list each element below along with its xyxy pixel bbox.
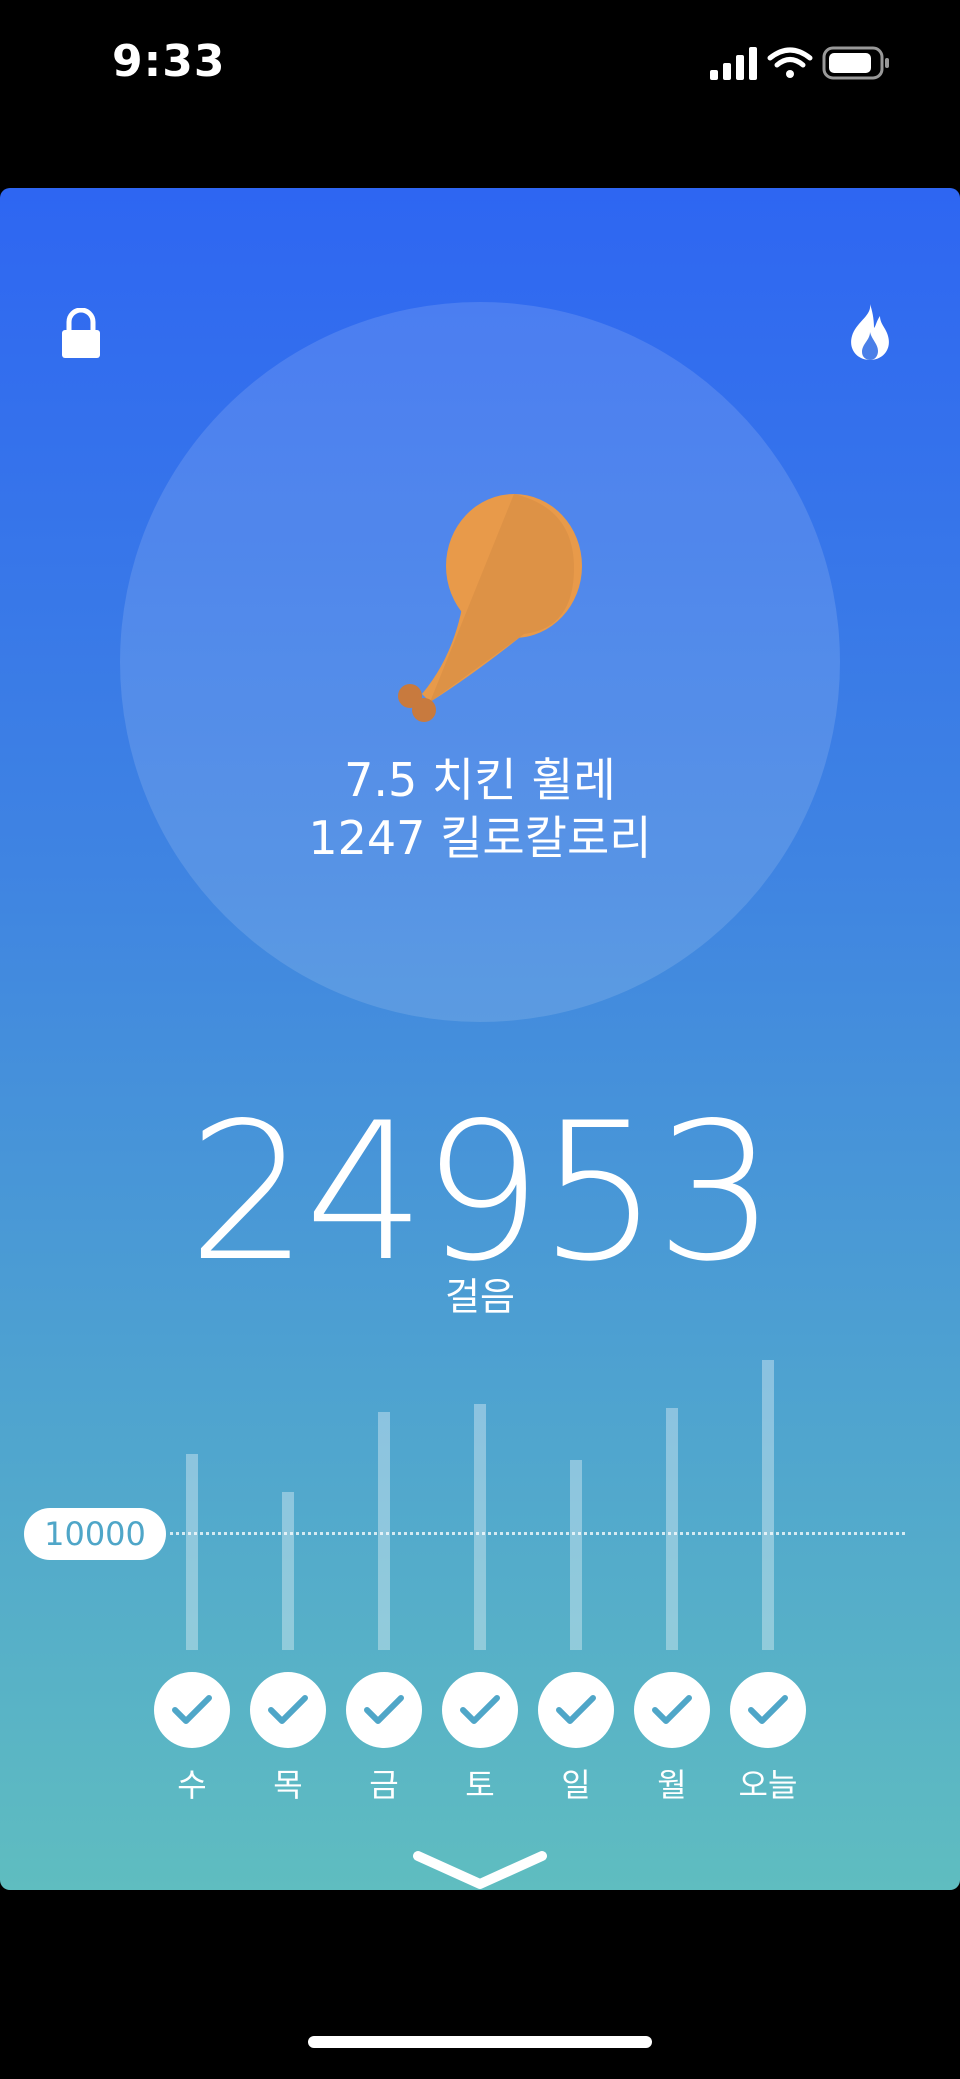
day-label-wed: 수 — [177, 1766, 207, 1804]
day-label-mon: 월 — [657, 1766, 687, 1804]
goal-line — [170, 1532, 905, 1535]
day-bar — [282, 1492, 294, 1650]
flame-icon[interactable] — [846, 302, 894, 366]
cellular-signal-icon — [710, 47, 757, 80]
check-icon — [652, 1695, 692, 1724]
day-bar — [570, 1460, 582, 1650]
day-check-sun[interactable] — [538, 1672, 614, 1748]
day-label-sun: 일 — [561, 1766, 591, 1804]
battery-icon — [822, 46, 889, 80]
day-label-sat: 토 — [465, 1766, 495, 1804]
check-icon — [364, 1695, 404, 1724]
day-check-sat[interactable] — [442, 1672, 518, 1748]
day-label-fri: 금 — [369, 1766, 399, 1804]
status-bar: 9:33 — [0, 0, 960, 130]
day-check-fri[interactable] — [346, 1672, 422, 1748]
day-label-thu: 목 — [273, 1766, 303, 1804]
chevron-down-icon[interactable] — [412, 1848, 548, 1890]
home-indicator[interactable] — [308, 2036, 652, 2048]
calories-text: 1247 킬로칼로리 — [308, 811, 652, 865]
day-check-today[interactable] — [730, 1672, 806, 1748]
wifi-icon — [767, 47, 813, 78]
check-icon — [556, 1695, 596, 1724]
day-check-wed[interactable] — [154, 1672, 230, 1748]
day-label-today: 오늘 — [738, 1766, 798, 1804]
check-icon — [748, 1695, 788, 1724]
day-bar — [186, 1454, 198, 1650]
check-icon — [268, 1695, 308, 1724]
steps-label: 걸음 — [445, 1275, 515, 1319]
steps-card: 7.5 치킨 휠레 1247 킬로칼로리 24953 걸음 10000 수 목 … — [0, 188, 960, 1890]
status-time: 9:33 — [112, 36, 226, 87]
check-icon — [172, 1695, 212, 1724]
food-equivalent: 7.5 치킨 휠레 — [344, 753, 616, 807]
day-bar — [378, 1412, 390, 1650]
day-bar — [666, 1408, 678, 1650]
check-icon — [460, 1695, 500, 1724]
goal-pill[interactable]: 10000 — [24, 1508, 166, 1560]
day-bar — [474, 1404, 486, 1650]
lock-icon[interactable] — [60, 307, 102, 364]
day-bar — [762, 1360, 774, 1650]
chicken-drumstick-icon — [374, 488, 586, 732]
status-icons — [710, 44, 890, 88]
day-check-mon[interactable] — [634, 1672, 710, 1748]
day-check-thu[interactable] — [250, 1672, 326, 1748]
step-count: 24953 — [187, 1082, 776, 1303]
